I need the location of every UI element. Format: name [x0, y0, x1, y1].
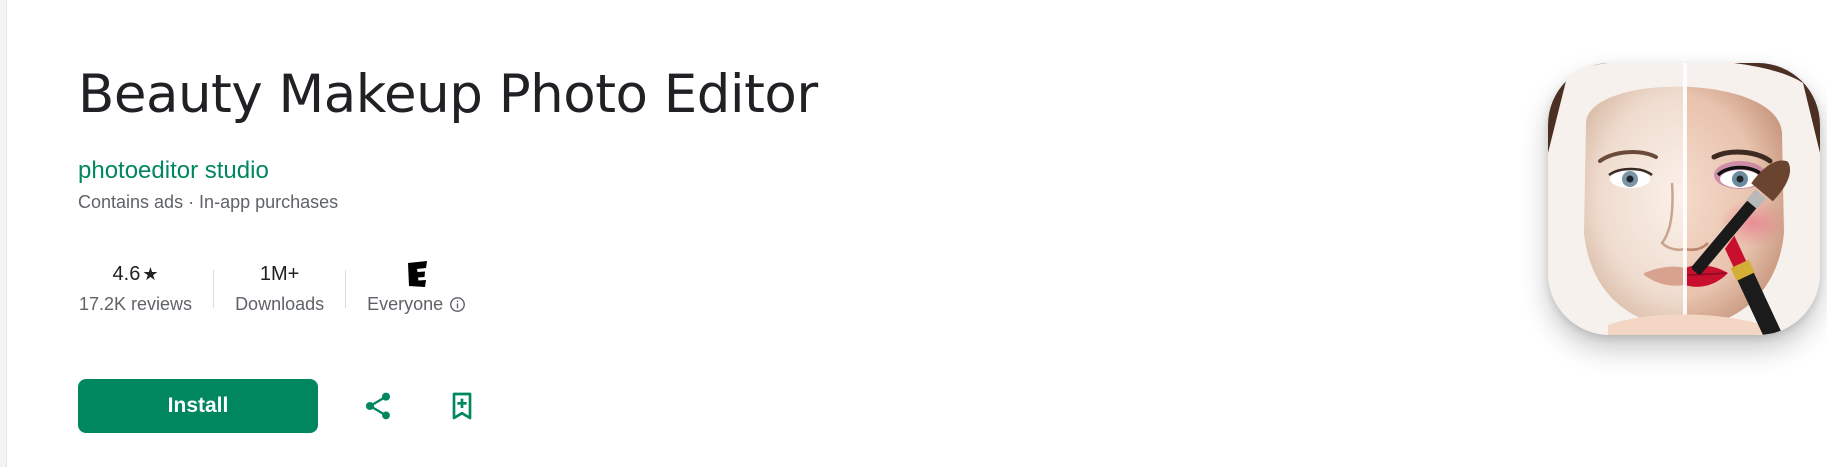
info-icon[interactable]	[449, 296, 466, 313]
stats-row: 4.6 ★ 17.2K reviews 1M+ Downloads Everyo…	[58, 256, 487, 320]
reviews-count: 17.2K reviews	[79, 294, 193, 314]
content-rating-label-row: Everyone	[367, 292, 466, 316]
content-rating-label: Everyone	[367, 294, 444, 314]
ads-purchases-info: Contains ads · In-app purchases	[78, 192, 339, 212]
star-icon: ★	[142, 263, 159, 284]
downloads-value: 1M+	[259, 262, 300, 285]
bookmark-add-icon	[452, 392, 472, 420]
app-title: Beauty Makeup Photo Editor	[78, 64, 818, 125]
developer-link[interactable]: photoeditor studio	[78, 155, 269, 187]
content-rating-badge-row	[405, 256, 429, 292]
rating-stat[interactable]: 4.6 ★ 17.2K reviews	[58, 256, 213, 320]
esrb-everyone-icon	[407, 261, 427, 287]
share-button[interactable]	[356, 384, 400, 428]
app-details-page: Beauty Makeup Photo Editor photoeditor s…	[0, 0, 1827, 467]
rating-value: 4.6	[112, 262, 141, 285]
downloads-stat: 1M+ Downloads	[214, 256, 345, 320]
wishlist-button[interactable]	[440, 384, 484, 428]
rating-value-row: 4.6 ★	[113, 256, 159, 292]
share-icon	[366, 392, 390, 420]
app-icon	[1548, 63, 1820, 335]
install-button[interactable]: Install	[78, 379, 318, 433]
face-makeup-split-icon	[1548, 63, 1820, 335]
downloads-label: Downloads	[235, 294, 325, 314]
content-rating-stat[interactable]: Everyone	[346, 256, 487, 320]
left-edge-border	[0, 0, 7, 467]
